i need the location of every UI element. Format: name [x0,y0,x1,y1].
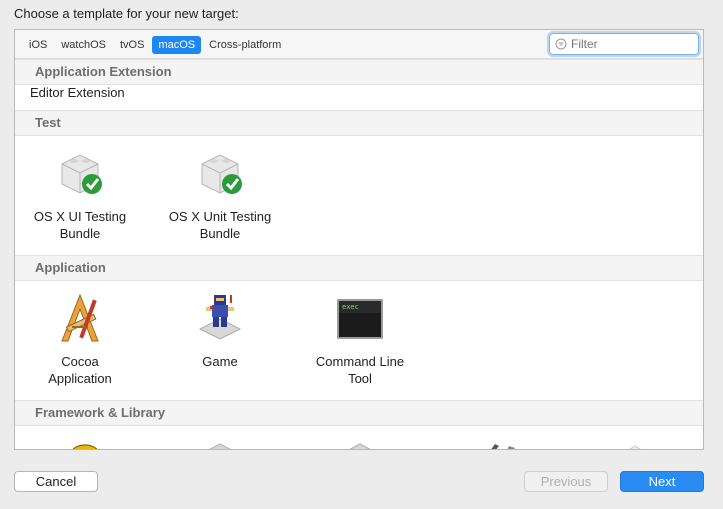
test-bundle-icon [61,154,102,194]
template-ui-testing-bundle[interactable]: OS X UI Testing Bundle [15,146,145,242]
template-label-line1: OS X Unit Testing [168,209,272,224]
test-bundle-icon [201,154,242,194]
previous-button[interactable]: Previous [524,471,608,492]
section-header-framework-library: Framework & Library [15,400,703,426]
dialog-prompt: Choose a template for your new target: [14,6,239,21]
cocoa-app-icon [61,293,99,342]
template-game[interactable]: Game [155,291,285,370]
filter-input[interactable] [571,37,691,51]
section-header-test: Test [15,110,703,136]
terminal-icon: exec [337,299,383,339]
template-editor-extension[interactable]: Editor Extension [30,85,125,100]
framework-icon-partial [72,444,98,449]
filter-field[interactable] [549,33,699,55]
template-panel: iOS watchOS tvOS macOS Cross-platform Ap… [14,29,704,450]
template-label-line2: Tool [348,371,372,386]
platform-tabbar: iOS watchOS tvOS macOS Cross-platform [15,30,703,59]
template-label-line1: OS X UI Testing [33,209,127,224]
template-command-line-tool[interactable]: exec Command Line Tool [295,291,425,387]
template-label-line1: Command Line [315,354,405,369]
tab-ios[interactable]: iOS [23,36,53,54]
filter-icon [555,38,567,50]
cancel-button[interactable]: Cancel [14,471,98,492]
template-label-line1: Game [202,354,238,369]
tools-icon-partial [491,444,515,449]
tab-macos[interactable]: macOS [152,36,202,54]
game-icon [198,295,242,340]
section-header-app-extension: Application Extension [15,59,703,85]
framework-bundle-icon-partial [209,443,231,449]
template-label-line2: Bundle [59,226,101,241]
terminal-icon-text: exec [342,303,359,311]
template-label-line1: Cocoa [61,354,99,369]
tab-tvos[interactable]: tvOS [114,36,150,54]
template-unit-testing-bundle[interactable]: OS X Unit Testing Bundle [155,146,285,242]
template-label-line2: Bundle [199,226,241,241]
template-cocoa-application[interactable]: Cocoa Application [15,291,145,387]
section-header-application: Application [15,255,703,281]
template-label-line2: Application [48,371,112,386]
plugin-icon-partial [629,445,641,449]
library-icon-partial [349,443,371,449]
tab-cross-platform[interactable]: Cross-platform [203,36,287,54]
next-button[interactable]: Next [620,471,704,492]
tab-watchos[interactable]: watchOS [55,36,112,54]
